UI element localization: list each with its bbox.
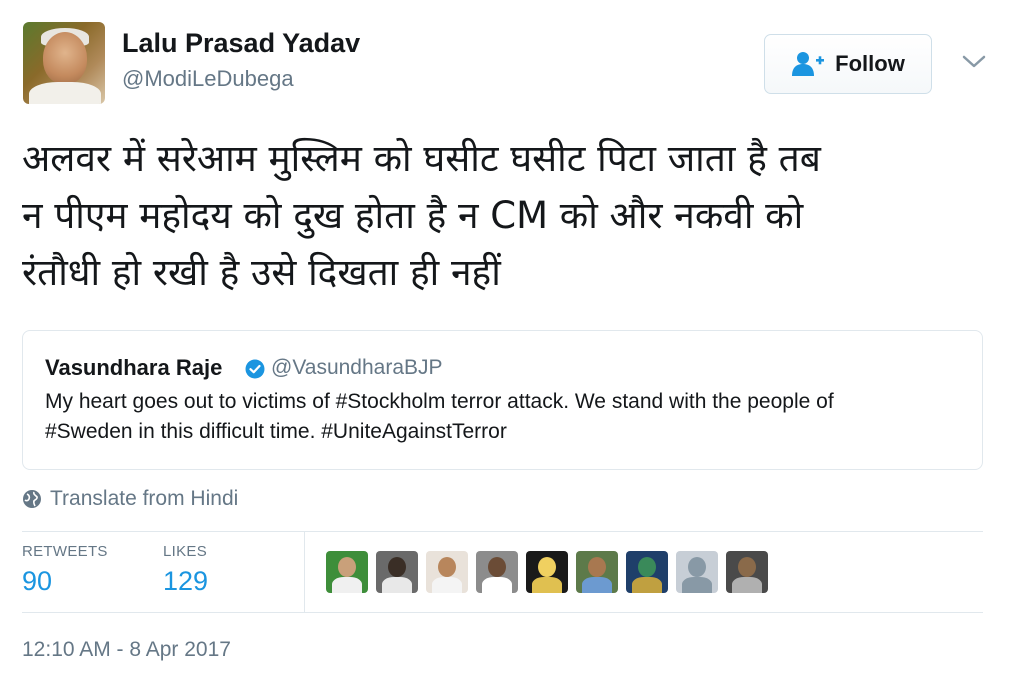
translate-label: Translate from Hindi: [50, 487, 239, 510]
follow-button-label: Follow: [835, 51, 905, 76]
quoted-author-name: Vasundhara Raje: [45, 355, 223, 380]
tweet-text-line: न पीएम महोदय को दुख होता है न CM को और न…: [22, 194, 804, 237]
follow-button[interactable]: Follow: [764, 34, 932, 94]
quoted-author-handle: @VasundharaBJP: [271, 356, 443, 379]
liker-avatar[interactable]: [576, 551, 618, 593]
stats-divider: [304, 531, 305, 613]
liker-avatar[interactable]: [476, 551, 518, 593]
globe-icon: [23, 490, 41, 508]
liker-avatar[interactable]: [626, 551, 668, 593]
retweets-count: 90: [22, 566, 53, 596]
liker-avatar[interactable]: [526, 551, 568, 593]
retweets-label: RETWEETS: [22, 543, 108, 560]
tweet-timestamp[interactable]: 12:10 AM - 8 Apr 2017: [22, 638, 231, 662]
author-name[interactable]: Lalu Prasad Yadav: [122, 28, 360, 59]
likes-count: 129: [163, 566, 209, 596]
liker-avatar[interactable]: [326, 551, 368, 593]
liker-avatar[interactable]: [376, 551, 418, 593]
chevron-down-icon[interactable]: [960, 50, 988, 74]
translate-link[interactable]: Translate from Hindi: [22, 485, 238, 513]
liker-avatar[interactable]: [676, 551, 718, 593]
liker-avatar[interactable]: [426, 551, 468, 593]
author-handle[interactable]: @ModiLeDubega: [122, 66, 294, 92]
tweet-text-line: रंतौधी हो रखी है उसे दिखता ही नहीं: [22, 251, 501, 294]
tweet-text-line: अलवर में सरेआम मुस्लिम को घसीट घसीट पिटा…: [22, 137, 821, 180]
quoted-tweet-text: My heart goes out to victims of #Stockho…: [45, 387, 965, 447]
retweets-stat[interactable]: RETWEETS 90: [22, 543, 108, 597]
quoted-text-line: #Sweden in this difficult time. #UniteAg…: [45, 420, 507, 443]
likes-label: LIKES: [163, 543, 208, 560]
divider: [22, 612, 983, 613]
quoted-text-line: My heart goes out to victims of #Stockho…: [45, 390, 834, 413]
follow-user-icon: [792, 52, 825, 76]
quoted-tweet-card[interactable]: Vasundhara Raje @VasundharaBJP My heart …: [22, 330, 983, 470]
tweet-text: अलवर में सरेआम मुस्लिम को घसीट घसीट पिटा…: [22, 130, 1002, 301]
divider: [22, 531, 983, 532]
likes-stat[interactable]: LIKES 129: [163, 543, 208, 597]
author-avatar[interactable]: [23, 22, 105, 104]
likers-avatar-row: [326, 551, 768, 593]
verified-badge-icon: [245, 359, 265, 379]
liker-avatar[interactable]: [726, 551, 768, 593]
